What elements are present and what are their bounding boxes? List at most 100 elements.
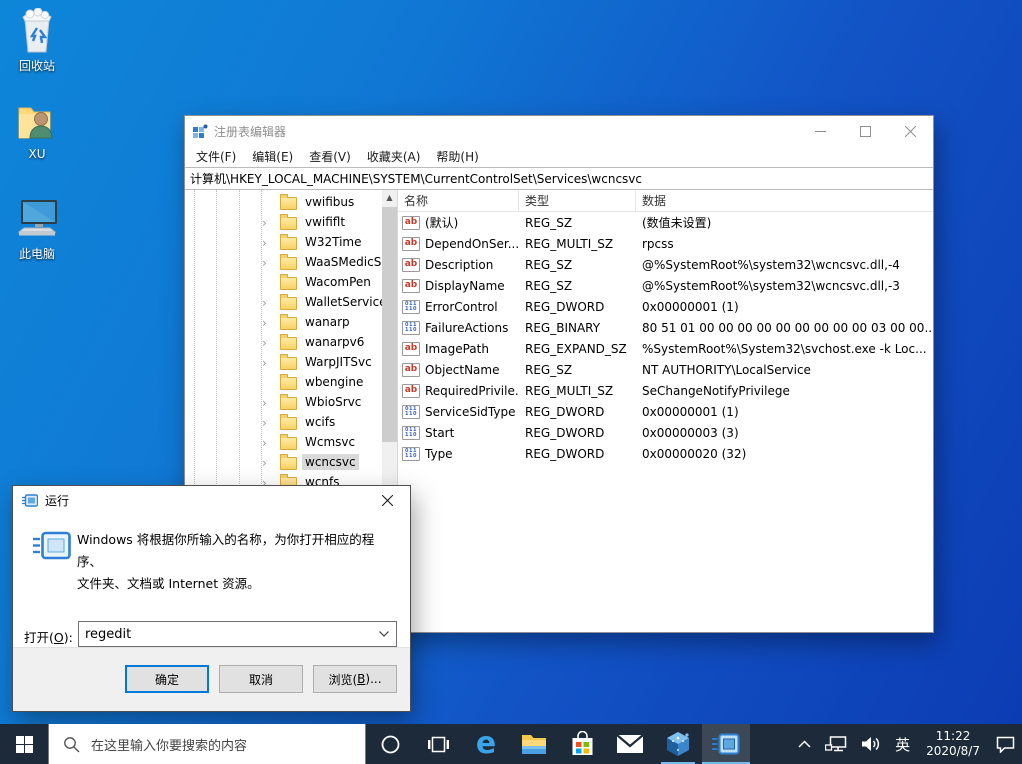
tray-expand-button[interactable] — [791, 724, 818, 764]
value-type-icon — [402, 426, 420, 440]
chevron-down-icon[interactable] — [372, 631, 396, 637]
registry-value-row[interactable]: Type REG_DWORD 0x00000020 (32) — [398, 443, 933, 464]
taskbar-search-box[interactable]: 在这里输入你要搜索的内容 — [48, 724, 366, 764]
run-taskbar-button[interactable] — [702, 724, 750, 764]
chevron-right-icon[interactable]: › — [262, 215, 274, 231]
registry-value-row[interactable]: ErrorControl REG_DWORD 0x00000001 (1) — [398, 296, 933, 317]
chevron-right-icon[interactable]: › — [262, 435, 274, 451]
tree-item[interactable]: › wcifs — [185, 413, 382, 433]
tree-item[interactable]: › vwififlt — [185, 213, 382, 233]
tree-item-label[interactable]: WalletService — [302, 294, 390, 310]
store-button[interactable] — [558, 724, 606, 764]
run-app-icon — [22, 494, 38, 507]
registry-value-row[interactable]: ServiceSidType REG_DWORD 0x00000001 (1) — [398, 401, 933, 422]
menu-item[interactable]: 编辑(E) — [244, 145, 301, 168]
registry-value-row[interactable]: Start REG_DWORD 0x00000003 (3) — [398, 422, 933, 443]
edge-button[interactable]: e — [462, 724, 510, 764]
start-button[interactable] — [0, 724, 48, 764]
menu-item[interactable]: 查看(V) — [301, 145, 359, 168]
registry-value-row[interactable]: Description REG_SZ @%SystemRoot%\system3… — [398, 254, 933, 275]
taskbar-clock[interactable]: 11:22 2020/8/7 — [917, 729, 989, 759]
mail-button[interactable] — [606, 724, 654, 764]
tree-item-label[interactable]: wcifs — [302, 414, 338, 430]
desktop-icon-recycle-bin[interactable]: 回收站 — [0, 8, 74, 74]
tree-item-label[interactable]: wanarp — [302, 314, 353, 330]
tree-item[interactable]: › wanarpv6 — [185, 333, 382, 353]
scroll-up-icon[interactable]: ▲ — [382, 190, 397, 206]
tree-item-label[interactable]: WarpJITSvc — [302, 354, 375, 370]
tree-item-label[interactable]: WacomPen — [302, 274, 374, 290]
regedit-taskbar-button[interactable] — [654, 724, 702, 764]
value-name: DisplayName — [425, 279, 505, 293]
column-header-type[interactable]: 类型 — [519, 190, 636, 211]
menu-item[interactable]: 收藏夹(A) — [359, 145, 429, 168]
volume-tray-button[interactable] — [854, 724, 888, 764]
tree-item[interactable]: › wanarp — [185, 313, 382, 333]
ime-indicator[interactable]: 英 — [888, 724, 917, 764]
tree-item[interactable]: › WarpJITSvc — [185, 353, 382, 373]
value-name: Start — [425, 426, 454, 440]
cancel-button[interactable]: 取消 — [219, 665, 303, 693]
tree-item[interactable]: › Wcmsvc — [185, 433, 382, 453]
desktop-icon-this-pc[interactable]: 此电脑 — [0, 196, 74, 262]
tree-item[interactable]: › wbengine — [185, 373, 382, 393]
tree-item-label[interactable]: wanarpv6 — [302, 334, 367, 350]
tree-item-label[interactable]: WbioSrvc — [302, 394, 364, 410]
close-button[interactable] — [888, 116, 933, 146]
desktop-icon-user-folder[interactable]: XU — [0, 100, 74, 161]
chevron-right-icon[interactable]: › — [262, 235, 274, 251]
tree-item-label[interactable]: wbengine — [302, 374, 366, 390]
menu-item[interactable]: 帮助(H) — [428, 145, 486, 168]
run-command-value[interactable]: regedit — [79, 627, 372, 642]
tree-item[interactable]: › WaaSMedicS — [185, 253, 382, 273]
chevron-right-icon[interactable]: › — [262, 455, 274, 471]
folder-icon — [280, 277, 297, 290]
tree-item-label[interactable]: wcncsvc — [302, 454, 359, 470]
value-name: Description — [425, 258, 493, 272]
chevron-right-icon[interactable]: › — [262, 335, 274, 351]
tree-item[interactable]: › WacomPen — [185, 273, 382, 293]
scrollbar-thumb[interactable] — [382, 207, 397, 442]
tree-item-label[interactable]: Wcmsvc — [302, 434, 358, 450]
column-header-name[interactable]: 名称 — [398, 190, 519, 211]
tree-item-label[interactable]: vwifibus — [302, 194, 357, 210]
tree-item[interactable]: › WbioSrvc — [185, 393, 382, 413]
registry-value-row[interactable]: ImagePath REG_EXPAND_SZ %SystemRoot%\Sys… — [398, 338, 933, 359]
close-icon[interactable] — [365, 486, 410, 515]
registry-app-icon — [193, 124, 208, 139]
tree-item-label[interactable]: WaaSMedicS — [302, 254, 384, 270]
chevron-right-icon[interactable]: › — [262, 295, 274, 311]
tree-item[interactable]: › vwifibus — [185, 193, 382, 213]
registry-value-row[interactable]: RequiredPrivile... REG_MULTI_SZ SeChange… — [398, 380, 933, 401]
ok-button[interactable]: 确定 — [125, 665, 209, 693]
tree-item[interactable]: › wcncsvc — [185, 453, 382, 473]
tree-item[interactable]: › W32Time — [185, 233, 382, 253]
registry-value-row[interactable]: (默认) REG_SZ (数值未设置) — [398, 212, 933, 233]
registry-value-row[interactable]: DependOnSer... REG_MULTI_SZ rpcss — [398, 233, 933, 254]
run-command-combobox[interactable]: regedit — [78, 621, 397, 647]
registry-value-row[interactable]: DisplayName REG_SZ @%SystemRoot%\system3… — [398, 275, 933, 296]
column-header-data[interactable]: 数据 — [636, 190, 933, 211]
chevron-right-icon[interactable]: › — [262, 355, 274, 371]
network-tray-button[interactable] — [818, 724, 854, 764]
minimize-button[interactable] — [798, 116, 843, 146]
run-titlebar[interactable]: 运行 — [13, 486, 410, 515]
chevron-right-icon[interactable]: › — [262, 415, 274, 431]
registry-value-row[interactable]: ObjectName REG_SZ NT AUTHORITY\LocalServ… — [398, 359, 933, 380]
tree-item[interactable]: › WalletService — [185, 293, 382, 313]
registry-value-row[interactable]: FailureActions REG_BINARY 80 51 01 00 00… — [398, 317, 933, 338]
file-explorer-button[interactable] — [510, 724, 558, 764]
maximize-button[interactable] — [843, 116, 888, 146]
address-bar[interactable]: 计算机\HKEY_LOCAL_MACHINE\SYSTEM\CurrentCon… — [185, 167, 933, 190]
registry-titlebar[interactable]: 注册表编辑器 — [185, 116, 933, 146]
chevron-right-icon[interactable]: › — [262, 255, 274, 271]
browse-button[interactable]: 浏览(B)... — [313, 665, 397, 693]
chevron-right-icon[interactable]: › — [262, 395, 274, 411]
task-view-button[interactable] — [414, 724, 462, 764]
tree-item-label[interactable]: vwififlt — [302, 214, 348, 230]
action-center-button[interactable] — [989, 724, 1022, 764]
chevron-right-icon[interactable]: › — [262, 315, 274, 331]
menu-item[interactable]: 文件(F) — [188, 145, 244, 168]
cortana-button[interactable] — [366, 724, 414, 764]
tree-item-label[interactable]: W32Time — [302, 234, 365, 250]
